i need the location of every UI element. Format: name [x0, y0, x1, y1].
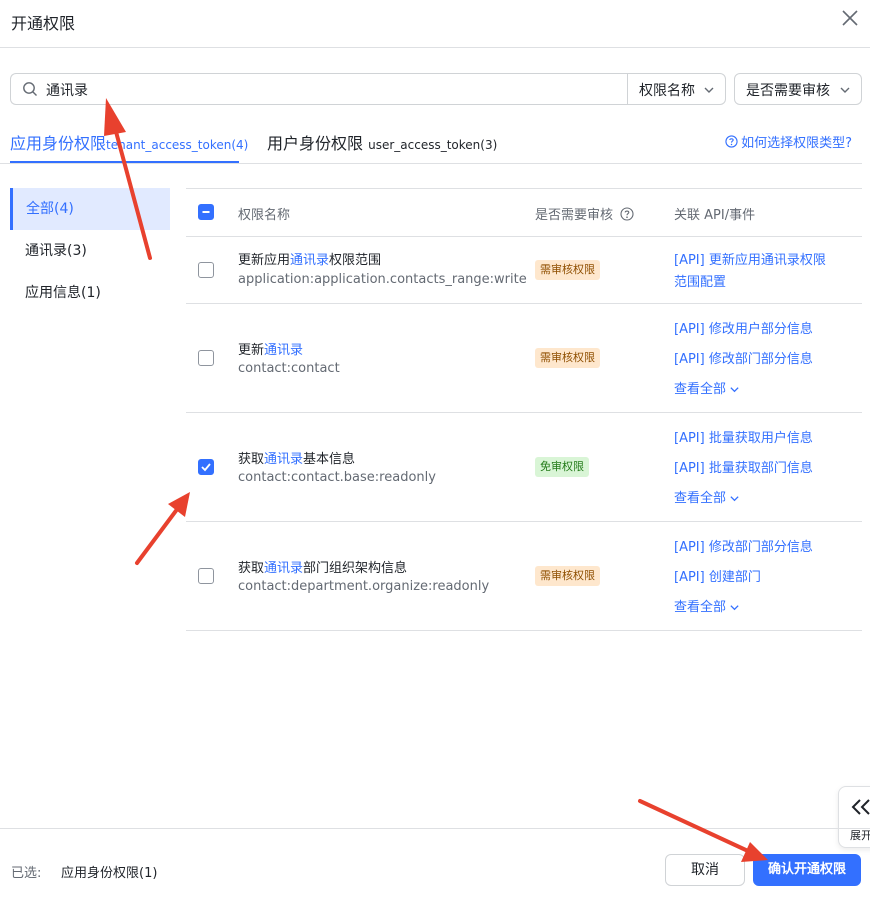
tab-user-identity-token: user_access_token(3)	[368, 138, 498, 152]
permission-table: 权限名称 是否需要审核 关联 API/事件 更新应用通讯录权限范围 applic…	[186, 188, 862, 631]
row-checkbox[interactable]	[198, 459, 214, 475]
permission-name-suffix: 权限范围	[329, 253, 382, 268]
chevron-down-icon	[704, 87, 714, 93]
tab-app-identity[interactable]: 应用身份权限tenant_access_token(4)	[10, 130, 248, 154]
dialog-header: 开通权限	[0, 0, 870, 48]
check-icon	[201, 463, 211, 472]
indeterminate-icon	[202, 211, 210, 213]
select-all-checkbox[interactable]	[198, 204, 214, 220]
help-link[interactable]: 如何选择权限类型?	[725, 132, 852, 151]
permission-name-prefix: 获取	[238, 561, 265, 576]
question-icon	[620, 207, 634, 221]
view-all-link[interactable]: 查看全部	[674, 487, 740, 506]
api-link[interactable]: [API] 创建部门	[674, 566, 761, 585]
selected-label: 已选:	[11, 866, 42, 881]
view-all-link[interactable]: 查看全部	[674, 378, 740, 397]
table-row: 获取通讯录部门组织架构信息 contact:department.organiz…	[186, 522, 862, 631]
chevron-down-icon	[840, 87, 850, 93]
status-badge: 需审核权限	[535, 260, 600, 280]
tab-app-identity-token: tenant_access_token(4)	[106, 138, 249, 152]
active-tab-indicator	[10, 161, 239, 163]
api-link[interactable]: 范围配置	[674, 271, 726, 290]
api-link[interactable]: [API] 批量获取部门信息	[674, 457, 813, 476]
table-row: 更新应用通讯录权限范围 application:application.cont…	[186, 237, 862, 304]
tab-user-identity[interactable]: 用户身份权限 user_access_token(3)	[267, 130, 497, 154]
help-link-text: 如何选择权限类型?	[741, 136, 852, 151]
permission-name-prefix: 更新应用	[238, 253, 291, 268]
double-chevron-left-icon	[851, 799, 870, 815]
api-link[interactable]: [API] 修改部门部分信息	[674, 536, 813, 555]
dialog-footer: 已选: 应用身份权限(1) 取消 确认开通权限	[0, 828, 870, 909]
search-icon	[23, 82, 37, 96]
table-header: 权限名称 是否需要审核 关联 API/事件	[186, 188, 862, 237]
column-header-review: 是否需要审核	[535, 204, 634, 223]
permission-name: 获取通讯录部门组织架构信息	[238, 557, 407, 576]
view-all-label: 查看全部	[674, 382, 727, 397]
permission-name-highlight: 通讯录	[264, 343, 304, 358]
api-link[interactable]: [API] 更新应用通讯录权限	[674, 249, 826, 268]
column-header-name: 权限名称	[238, 208, 291, 223]
status-badge: 免审权限	[535, 457, 589, 477]
permission-name-highlight: 通讯录	[264, 452, 304, 467]
api-link[interactable]: [API] 修改部门部分信息	[674, 348, 813, 367]
api-link[interactable]: [API] 批量获取用户信息	[674, 427, 813, 446]
question-icon	[725, 135, 738, 148]
chevron-down-icon	[730, 496, 739, 502]
row-checkbox[interactable]	[198, 568, 214, 584]
permission-name-suffix: 基本信息	[303, 452, 356, 467]
dialog-title: 开通权限	[11, 14, 76, 33]
search-input[interactable]: 通讯录	[10, 73, 627, 105]
column-header-api: 关联 API/事件	[674, 208, 756, 223]
selected-value: 应用身份权限(1)	[61, 866, 158, 881]
identity-tabs: 应用身份权限tenant_access_token(4) 用户身份权限 user…	[0, 118, 862, 164]
column-header-review-label: 是否需要审核	[535, 208, 614, 223]
filter-permission-name[interactable]: 权限名称	[627, 73, 726, 105]
category-all[interactable]: 全部(4)	[10, 188, 170, 230]
status-badge: 需审核权限	[535, 348, 600, 368]
chevron-down-icon	[730, 605, 739, 611]
tab-app-identity-label: 应用身份权限	[10, 134, 107, 153]
close-icon[interactable]	[840, 8, 860, 28]
permission-code: contact:contact.base:readonly	[238, 470, 436, 485]
permission-name-prefix: 获取	[238, 452, 265, 467]
permission-code: application:application.contacts_range:w…	[238, 272, 527, 287]
category-app-info[interactable]: 应用信息(1)	[10, 272, 170, 314]
api-link[interactable]: [API] 修改用户部分信息	[674, 318, 813, 337]
table-row: 获取通讯录基本信息 contact:contact.base:readonly …	[186, 413, 862, 522]
permission-name-highlight: 通讯录	[290, 253, 330, 268]
view-all-label: 查看全部	[674, 600, 727, 615]
category-contacts[interactable]: 通讯录(3)	[10, 230, 170, 272]
cancel-button[interactable]: 取消	[665, 854, 745, 886]
view-all-link[interactable]: 查看全部	[674, 596, 740, 615]
filter-permission-name-label: 权限名称	[639, 83, 695, 99]
status-badge: 需审核权限	[535, 566, 600, 586]
permission-name-suffix: 部门组织架构信息	[303, 561, 408, 576]
annotation-arrow	[135, 492, 190, 565]
permission-code: contact:contact	[238, 361, 340, 376]
row-checkbox[interactable]	[198, 262, 214, 278]
confirm-enable-button[interactable]: 确认开通权限	[753, 854, 861, 886]
permission-name: 更新应用通讯录权限范围	[238, 249, 381, 268]
filter-review-required-label: 是否需要审核	[746, 83, 830, 99]
permission-name: 获取通讯录基本信息	[238, 448, 355, 467]
category-sidebar: 全部(4) 通讯录(3) 应用信息(1)	[10, 188, 170, 314]
tab-user-identity-label: 用户身份权限	[267, 134, 364, 153]
permission-name-highlight: 通讯录	[264, 561, 304, 576]
permission-name-prefix: 更新	[238, 343, 265, 358]
chevron-down-icon	[730, 387, 739, 393]
permission-name: 更新通讯录	[238, 339, 303, 358]
search-value: 通讯录	[46, 83, 88, 99]
filter-review-required[interactable]: 是否需要审核	[734, 73, 862, 105]
row-checkbox[interactable]	[198, 350, 214, 366]
permission-code: contact:department.organize:readonly	[238, 579, 490, 594]
table-row: 更新通讯录 contact:contact 需审核权限 [API] 修改用户部分…	[186, 304, 862, 413]
view-all-label: 查看全部	[674, 491, 727, 506]
